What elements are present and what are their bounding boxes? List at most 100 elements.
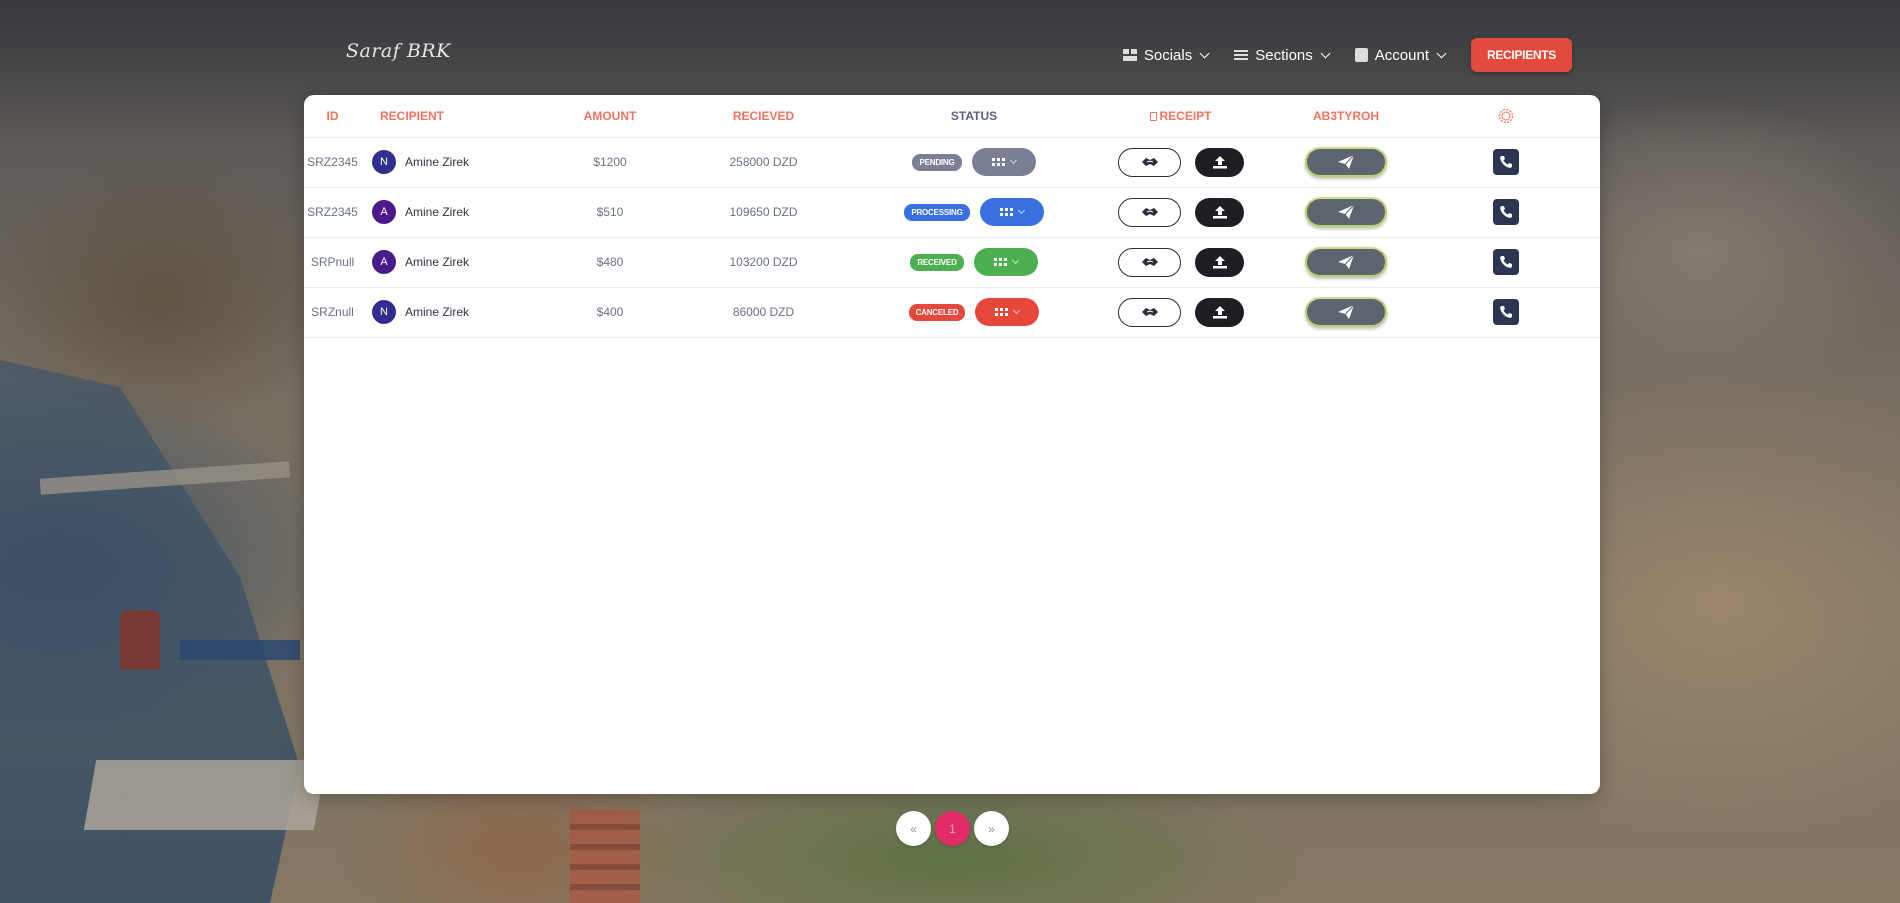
avatar: N bbox=[372, 150, 396, 174]
header-recipient: RECIPIENT bbox=[361, 95, 560, 138]
row-receipt-cell bbox=[1081, 287, 1281, 338]
header-status: STATUS bbox=[867, 95, 1081, 138]
send-button[interactable] bbox=[1305, 297, 1387, 327]
top-navbar: Saraf BRK Socials Sections Account RECIP… bbox=[0, 0, 1900, 95]
row-receipt-cell bbox=[1081, 187, 1281, 238]
row-id: SRZ2345 bbox=[304, 187, 361, 238]
phone-icon bbox=[1499, 256, 1512, 268]
recipient-name[interactable]: Amine Zirek bbox=[405, 155, 469, 169]
send-button[interactable] bbox=[1305, 247, 1387, 277]
handshake-button[interactable] bbox=[1118, 147, 1181, 177]
row-ab3tyroh-cell bbox=[1281, 137, 1411, 188]
contact-card-icon bbox=[1354, 48, 1368, 62]
page-next-button[interactable]: » bbox=[974, 811, 1009, 846]
handshake-button[interactable] bbox=[1118, 247, 1181, 277]
nav-socials[interactable]: Socials bbox=[1122, 46, 1210, 64]
upload-icon bbox=[1212, 256, 1227, 269]
transfers-table: ID RECIPIENT AMOUNT RECIEVED STATUS RECE… bbox=[304, 95, 1600, 338]
row-amount: $510 bbox=[560, 187, 660, 238]
chevron-down-icon bbox=[1199, 48, 1210, 58]
table-row: SRZnull N Amine Zirek $400 86000 DZD CAN… bbox=[304, 287, 1600, 338]
handshake-icon bbox=[1141, 258, 1158, 266]
recipient-name[interactable]: Amine Zirek bbox=[405, 255, 469, 269]
paper-plane-icon bbox=[1338, 304, 1355, 319]
call-button[interactable] bbox=[1492, 299, 1519, 325]
row-ab3tyroh-cell bbox=[1281, 237, 1411, 288]
page-prev-button[interactable]: « bbox=[896, 811, 931, 846]
recipients-button[interactable]: RECIPIENTS bbox=[1470, 38, 1572, 72]
row-receipt-cell bbox=[1081, 237, 1281, 288]
recipient-name[interactable]: Amine Zirek bbox=[405, 205, 469, 219]
row-ab3tyroh-cell bbox=[1281, 287, 1411, 338]
row-received: 258000 DZD bbox=[660, 137, 867, 188]
upload-button[interactable] bbox=[1195, 147, 1244, 177]
row-received: 103200 DZD bbox=[660, 237, 867, 288]
row-recipient-cell: N Amine Zirek bbox=[361, 287, 560, 338]
row-status-cell: PROCESSING bbox=[867, 187, 1081, 238]
pagination: « 1 » bbox=[896, 811, 1009, 846]
phone-icon bbox=[1499, 306, 1512, 318]
nav-sections-label: Sections bbox=[1255, 46, 1313, 64]
status-badge: PROCESSING bbox=[904, 203, 970, 221]
recipient-name[interactable]: Amine Zirek bbox=[405, 305, 469, 319]
handshake-button[interactable] bbox=[1118, 197, 1181, 227]
row-amount: $400 bbox=[560, 287, 660, 338]
status-menu-button[interactable] bbox=[979, 198, 1044, 226]
row-phone-cell bbox=[1411, 187, 1600, 238]
handshake-button[interactable] bbox=[1118, 297, 1181, 327]
upload-button[interactable] bbox=[1195, 197, 1244, 227]
row-amount: $1200 bbox=[560, 137, 660, 188]
receipt-icon bbox=[1150, 111, 1158, 121]
header-id: ID bbox=[304, 95, 361, 138]
row-ab3tyroh-cell bbox=[1281, 187, 1411, 238]
row-phone-cell bbox=[1411, 287, 1600, 338]
phone-icon bbox=[1499, 206, 1512, 218]
send-button[interactable] bbox=[1305, 197, 1387, 227]
main-nav: Socials Sections Account RECIPIENTS bbox=[1122, 38, 1572, 72]
status-menu-button[interactable] bbox=[975, 298, 1040, 326]
row-received: 109650 DZD bbox=[660, 187, 867, 238]
grid-icon bbox=[999, 208, 1013, 216]
row-id: SRZ2345 bbox=[304, 137, 361, 188]
row-phone-cell bbox=[1411, 237, 1600, 288]
row-id: SRZnull bbox=[304, 287, 361, 338]
grid-icon bbox=[993, 258, 1007, 266]
phone-icon bbox=[1499, 156, 1512, 168]
upload-icon bbox=[1212, 306, 1227, 319]
row-recipient-cell: N Amine Zirek bbox=[361, 137, 560, 188]
nav-sections[interactable]: Sections bbox=[1234, 46, 1331, 64]
row-status-cell: PENDING bbox=[867, 137, 1081, 188]
row-status-cell: CANCELED bbox=[867, 287, 1081, 338]
row-received: 86000 DZD bbox=[660, 287, 867, 338]
status-badge: RECEIVED bbox=[910, 253, 964, 271]
header-ab3tyroh: AB3TYROH bbox=[1281, 95, 1411, 138]
call-button[interactable] bbox=[1492, 149, 1519, 175]
chevron-down-icon bbox=[1013, 306, 1021, 315]
handshake-icon bbox=[1141, 158, 1158, 166]
status-menu-button[interactable] bbox=[971, 148, 1036, 176]
row-recipient-cell: A Amine Zirek bbox=[361, 237, 560, 288]
nav-account[interactable]: Account bbox=[1354, 47, 1447, 64]
status-badge: PENDING bbox=[912, 153, 962, 171]
paper-plane-icon bbox=[1338, 154, 1355, 169]
call-button[interactable] bbox=[1492, 199, 1519, 225]
table-row: SRZ2345 A Amine Zirek $510 109650 DZD PR… bbox=[304, 187, 1600, 238]
chevron-down-icon bbox=[1009, 156, 1017, 165]
table-row: SRPnull A Amine Zirek $480 103200 DZD RE… bbox=[304, 237, 1600, 288]
handshake-icon bbox=[1141, 208, 1158, 216]
handshake-icon bbox=[1141, 308, 1158, 316]
page-1-button[interactable]: 1 bbox=[935, 811, 970, 846]
header-receipt: RECEIPT bbox=[1081, 95, 1281, 138]
nav-socials-label: Socials bbox=[1143, 46, 1193, 64]
chevron-down-icon bbox=[1011, 256, 1019, 265]
upload-button[interactable] bbox=[1195, 297, 1244, 327]
status-menu-button[interactable] bbox=[973, 248, 1038, 276]
send-button[interactable] bbox=[1305, 147, 1387, 177]
avatar: A bbox=[372, 200, 396, 224]
brand-logo[interactable]: Saraf BRK bbox=[346, 40, 451, 62]
gear-icon bbox=[1498, 108, 1513, 123]
dashboard-icon bbox=[1122, 49, 1137, 61]
upload-button[interactable] bbox=[1195, 247, 1244, 277]
call-button[interactable] bbox=[1492, 249, 1519, 275]
avatar: N bbox=[372, 300, 396, 324]
